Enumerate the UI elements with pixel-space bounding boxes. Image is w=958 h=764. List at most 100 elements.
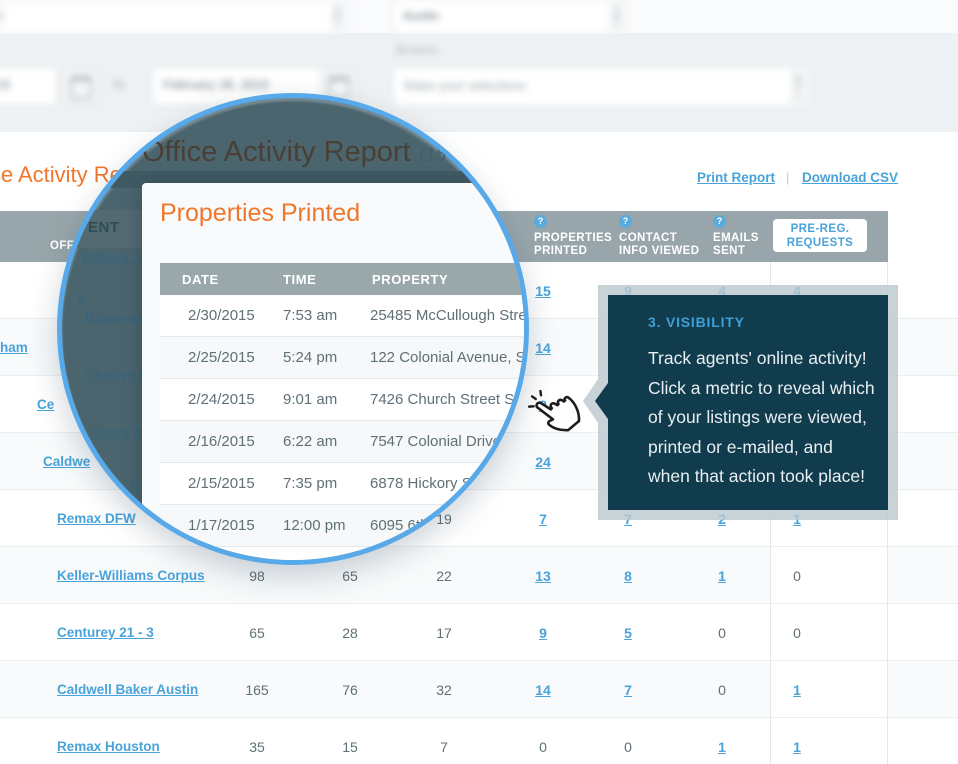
metric-value: 0	[757, 568, 837, 584]
listing-count: 76	[310, 682, 390, 698]
link-separator: |	[786, 170, 789, 185]
metric-column-header: CONTACTINFO VIEWED	[619, 232, 699, 258]
popup-row: 2/25/20155:24 pm122 Colonial Avenue, San…	[160, 337, 529, 379]
popup-row: 2/16/20156:22 am7547 Colonial Drive, Sa	[160, 421, 529, 463]
popup-time: 7:35 pm	[283, 475, 337, 492]
popup-row: 2/15/2015 7:35 pm 6878 Hickory Stree	[160, 463, 529, 505]
office-link[interactable]: Centurey 21 - 3	[57, 625, 154, 640]
dimmed-agent-link: F	[78, 290, 86, 305]
popup-property: 7547 Colonial Drive, Sa	[370, 433, 528, 450]
calendar-icon	[70, 76, 92, 99]
magnified-title-text: Office Activity Report	[142, 136, 411, 168]
table-row: Caldwell Baker Austin165763214701	[0, 661, 958, 718]
office-link[interactable]: Remax DFW	[57, 511, 136, 526]
tooltip-line: Track agents' online activity!	[648, 344, 878, 374]
print-report-link[interactable]: Print Report	[697, 170, 775, 185]
office-link[interactable]: Ce	[37, 397, 54, 412]
popup-date: 2/15/2015	[188, 475, 255, 492]
market-value: Austin	[403, 8, 439, 23]
popup-row: 1/17/201512:00 pm6095 6th St	[160, 505, 529, 547]
metric-value: 0	[757, 625, 837, 641]
popup-row: 2/24/20159:01 am7426 Church Street South	[160, 379, 529, 421]
tooltip-arrow	[595, 383, 608, 419]
date-from-input[interactable]: 15	[0, 67, 57, 105]
help-icon[interactable]: ?	[619, 215, 632, 228]
listing-count: 98	[217, 568, 297, 584]
office-link[interactable]: ham	[0, 340, 28, 355]
popup-time: 7:53 am	[283, 307, 337, 324]
popup-col-time: TIME	[283, 272, 316, 287]
metric-value[interactable]: 5	[588, 625, 668, 641]
metric-column-header: EMAILSSENT	[713, 232, 759, 258]
metric-value[interactable]: 14	[503, 682, 583, 698]
date-to-value: February 28, 2015	[163, 77, 269, 92]
report-type-select[interactable]: Office Activity Report ▲▼	[0, 0, 347, 33]
metric-value: 0	[682, 682, 762, 698]
market-select[interactable]: Austin ▲▼	[393, 0, 626, 33]
selections-placeholder: Make your selections	[404, 78, 526, 93]
popup-date: 2/30/2015	[188, 307, 255, 324]
magnifier-lens: Office Activity Report (15 active c ENT …	[57, 93, 529, 565]
listing-count: 22	[404, 568, 484, 584]
selections-multiselect[interactable]: Make your selections ▲▼	[393, 67, 809, 106]
filters-panel: Office Activity Report ▲▼ Austin ▲▼ 15 t…	[0, 0, 958, 132]
listing-count: 15	[310, 739, 390, 755]
metric-value: 0	[588, 739, 668, 755]
popup-time: 6:22 am	[283, 433, 337, 450]
help-icon[interactable]: ?	[713, 215, 726, 228]
tooltip-line: when that action took place!	[648, 462, 878, 492]
dimmed-agent-link: Babara Ja	[82, 250, 147, 265]
tooltip-heading: 3. VISIBILITY	[648, 314, 745, 330]
magnified-agent-header-partial: ENT	[88, 219, 120, 236]
popup-time: 12:00 pm	[283, 517, 346, 534]
prereg-requests-header-badge[interactable]: PRE-REG. REQUESTS	[773, 219, 867, 252]
metric-value[interactable]: 7	[588, 682, 668, 698]
popup-property: 6878 Hickory Stree	[370, 475, 498, 492]
popup-time: 5:24 pm	[283, 349, 337, 366]
metric-value[interactable]: 9	[503, 625, 583, 641]
table-row: Centurey 21 - 36528179500	[0, 604, 958, 661]
metric-value[interactable]: 1	[682, 568, 762, 584]
tooltip-line: of your listings were viewed,	[648, 403, 878, 433]
download-csv-link[interactable]: Download CSV	[802, 170, 898, 185]
popup-date: 1/17/2015	[188, 517, 255, 534]
popup-date: 2/25/2015	[188, 349, 255, 366]
office-link[interactable]: Keller-Williams Corpus	[57, 568, 205, 583]
office-link[interactable]: Caldwell Baker Austin	[57, 682, 198, 697]
select-spinner-icon[interactable]: ▲▼	[791, 70, 806, 103]
popup-property: 25485 McCullough Street La	[370, 307, 529, 324]
metric-value[interactable]: 8	[588, 568, 668, 584]
popup-row: 2/30/2015 7:53 am 25485 McCullough Street …	[160, 295, 529, 337]
metric-column-header: PROPERTIESPRINTED	[534, 232, 612, 258]
dimmed-agent-link: Cherlyn P	[85, 367, 148, 382]
listing-count: 28	[310, 625, 390, 641]
select-spinner-icon[interactable]: ▲▼	[331, 3, 344, 30]
prereg-line2: REQUESTS	[787, 237, 853, 249]
office-link[interactable]: Caldwe	[43, 454, 90, 469]
date-from-value: 15	[0, 77, 10, 92]
metric-value[interactable]: 1	[757, 739, 837, 755]
magnified-page-title: Office Activity Report (15 active c	[142, 136, 516, 169]
metric-value[interactable]: 13	[503, 568, 583, 584]
table-row: Remax Houston351570011	[0, 718, 958, 764]
popup-date: 2/24/2015	[188, 391, 255, 408]
report-type-value: Office Activity Report	[0, 1, 3, 30]
prereg-line1: PRE-REG.	[791, 223, 850, 235]
metric-value[interactable]: 1	[757, 682, 837, 698]
properties-printed-popup: Properties Printed DATE TIME PROPERTY 2/…	[142, 183, 529, 565]
listing-count: 17	[404, 625, 484, 641]
select-spinner-icon[interactable]: ▲▼	[610, 3, 623, 30]
magnified-title-suffix: (15 active c	[419, 145, 516, 166]
popup-title: Properties Printed	[160, 199, 360, 228]
listing-count: 65	[310, 568, 390, 584]
calendar-button-from[interactable]	[62, 68, 99, 103]
popup-property: 7426 Church Street South	[370, 391, 529, 408]
popup-col-date: DATE	[182, 272, 219, 287]
listing-count: 32	[404, 682, 484, 698]
help-icon[interactable]: ?	[534, 215, 547, 228]
metric-value: 0	[503, 739, 583, 755]
office-link[interactable]: Remax Houston	[57, 739, 160, 754]
metric-value: 0	[682, 625, 762, 641]
metric-value[interactable]: 1	[682, 739, 762, 755]
listing-count: 65	[217, 625, 297, 641]
